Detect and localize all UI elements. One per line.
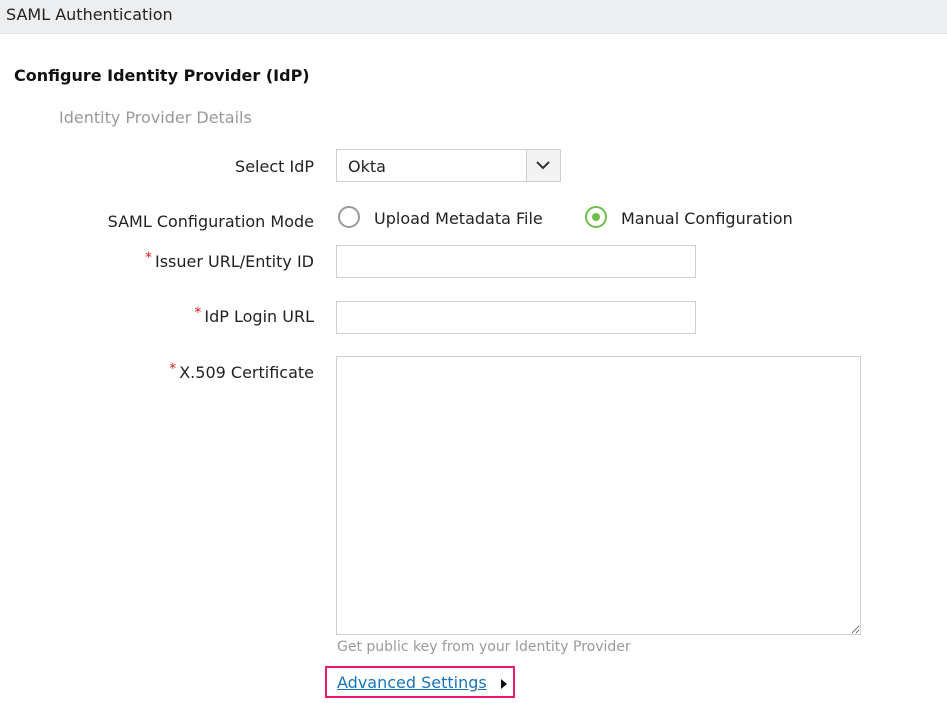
section-title: Configure Identity Provider (IdP) <box>14 66 310 85</box>
saml-mode-label: SAML Configuration Mode <box>107 212 314 231</box>
idp-login-url-label-text: IdP Login URL <box>204 307 314 326</box>
caret-right-icon[interactable] <box>500 678 508 690</box>
manual-configuration-label[interactable]: Manual Configuration <box>621 209 793 228</box>
certificate-label-text: X.509 Certificate <box>179 363 314 382</box>
page-title: SAML Authentication <box>6 5 173 24</box>
required-marker: * <box>144 250 152 266</box>
certificate-textarea[interactable] <box>336 356 861 635</box>
required-marker: * <box>169 361 177 377</box>
idp-login-url-input[interactable] <box>336 301 696 334</box>
idp-select[interactable]: Okta <box>336 149 561 182</box>
manual-configuration-radio[interactable] <box>585 206 607 228</box>
required-marker: * <box>194 305 202 321</box>
issuer-url-label: * Issuer URL/Entity ID <box>144 250 314 271</box>
chevron-down-icon <box>536 161 550 170</box>
header-bar: SAML Authentication <box>0 0 947 34</box>
idp-select-value: Okta <box>348 157 386 176</box>
advanced-settings-link[interactable]: Advanced Settings <box>337 673 487 692</box>
issuer-url-label-text: Issuer URL/Entity ID <box>154 252 314 271</box>
idp-select-toggle[interactable] <box>526 150 560 181</box>
issuer-url-input[interactable] <box>336 245 696 278</box>
upload-metadata-radio[interactable] <box>338 206 360 228</box>
advanced-settings-highlight: Advanced Settings <box>325 666 515 698</box>
upload-metadata-label[interactable]: Upload Metadata File <box>374 209 543 228</box>
idp-login-url-label: * IdP Login URL <box>194 305 314 326</box>
certificate-hint: Get public key from your Identity Provid… <box>337 639 631 655</box>
certificate-label: * X.509 Certificate <box>169 361 314 382</box>
select-idp-label: Select IdP <box>235 157 314 176</box>
subsection-title: Identity Provider Details <box>59 108 252 127</box>
